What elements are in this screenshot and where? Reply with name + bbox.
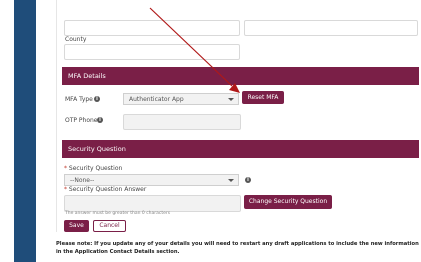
page: County MFA Details MFA Type i Authentica…	[0, 0, 421, 262]
cancel-button[interactable]: Cancel	[93, 220, 126, 232]
address-field-left[interactable]	[64, 20, 240, 36]
security-question-value: --None--	[70, 177, 95, 184]
mfa-type-value: Authenticator App	[129, 96, 184, 103]
otp-phone-label: OTP Phone	[65, 117, 98, 124]
chevron-down-icon	[228, 179, 234, 182]
security-answer-label: * Security Question Answer	[64, 186, 147, 193]
left-nav-stripe	[14, 0, 36, 262]
security-question-info-icon[interactable]: i	[245, 177, 251, 183]
security-section-header: Security Question	[62, 140, 419, 158]
required-marker: *	[64, 186, 67, 193]
update-notice-line-2: in the Application Contact Details secti…	[56, 249, 180, 255]
security-answer-input[interactable]	[64, 195, 241, 212]
otp-phone-input[interactable]	[123, 114, 241, 130]
security-question-select[interactable]: --None--	[64, 174, 239, 186]
mfa-section-header: MFA Details	[62, 67, 419, 85]
security-question-label: * Security Question	[64, 165, 123, 172]
mfa-type-select[interactable]: Authenticator App	[123, 93, 239, 105]
county-input[interactable]	[64, 44, 240, 60]
county-label: County	[65, 36, 87, 43]
address-field-right[interactable]	[244, 20, 418, 36]
save-button[interactable]: Save	[64, 220, 89, 232]
update-notice: Please note: If you update any of your d…	[56, 240, 421, 256]
chevron-down-icon	[228, 98, 234, 101]
mfa-type-label: MFA Type	[65, 96, 93, 103]
required-marker: *	[64, 165, 67, 172]
reset-mfa-button[interactable]: Reset MFA	[242, 91, 284, 104]
otp-phone-info-icon[interactable]: i	[97, 117, 103, 123]
security-answer-hint: The answer must be greater than 0 charac…	[65, 211, 171, 216]
change-security-question-button[interactable]: Change Security Question	[244, 195, 332, 209]
mfa-type-info-icon[interactable]: i	[94, 96, 100, 102]
update-notice-line-1: Please note: If you update any of your d…	[56, 241, 419, 247]
